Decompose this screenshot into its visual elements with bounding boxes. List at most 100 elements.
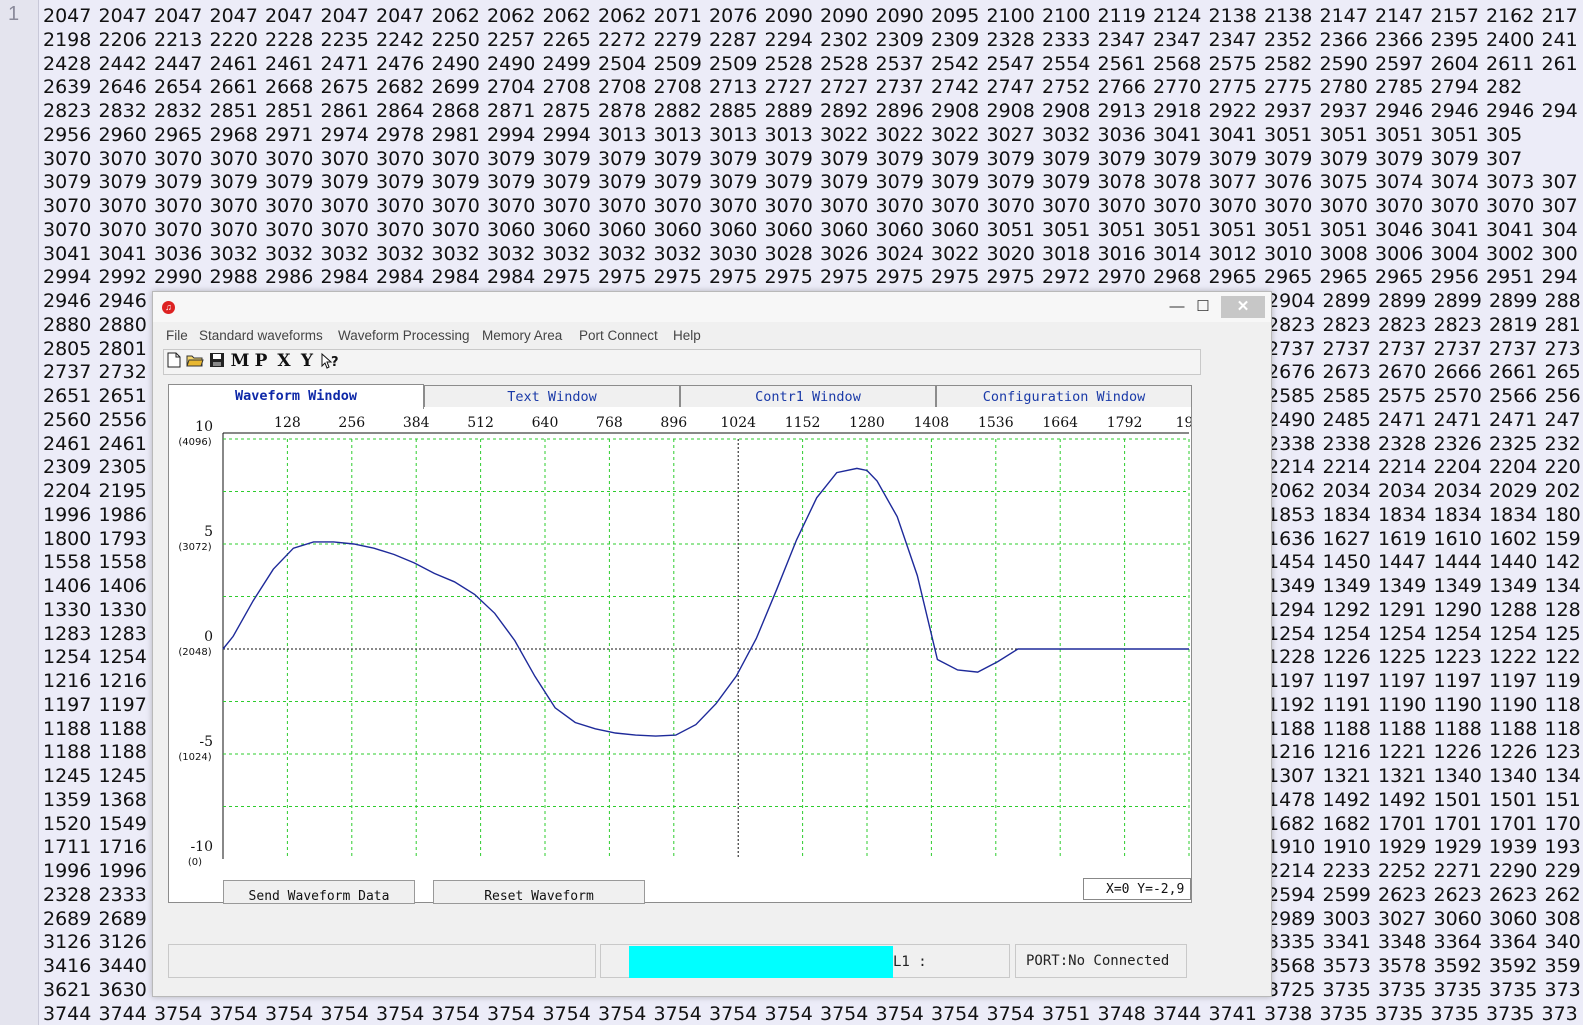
- editor-value: 2727: [820, 76, 869, 99]
- editor-value: 1191: [1322, 693, 1371, 716]
- editor-value: 3070: [209, 147, 258, 170]
- menu-help[interactable]: Help: [673, 328, 701, 343]
- editor-value: 373: [1544, 978, 1581, 1001]
- y-button[interactable]: Y: [298, 352, 316, 371]
- x-tick-label: 1152: [785, 415, 821, 431]
- menu-waveform-processing[interactable]: Waveform Processing: [338, 328, 470, 343]
- tab-configuration-window[interactable]: Configuration Window: [936, 385, 1192, 408]
- editor-value: 3032: [1042, 123, 1091, 146]
- tab-contr1-window[interactable]: Contr1 Window: [680, 385, 936, 408]
- editor-value: 3744: [43, 1002, 92, 1025]
- editor-value: 2566: [1489, 385, 1538, 407]
- editor-value: 3004: [1430, 242, 1479, 265]
- editor-value: 151: [1544, 788, 1581, 811]
- y-tick-label: 10: [195, 419, 213, 435]
- editor-value: 3018: [1042, 242, 1091, 265]
- editor-value: 2794: [1430, 76, 1479, 99]
- editor-value: 2204: [1433, 456, 1482, 479]
- tab-text-window[interactable]: Text Window: [424, 385, 680, 408]
- editor-value: 2661: [1489, 361, 1538, 384]
- editor-value: 1349: [1322, 575, 1371, 597]
- p-button[interactable]: P: [252, 352, 270, 371]
- editor-value: 2509: [653, 52, 702, 75]
- editor-value: 3013: [709, 123, 758, 146]
- menu-memory-area[interactable]: Memory Area: [482, 328, 562, 343]
- editor-value: 2490: [431, 52, 480, 75]
- editor-value: 1939: [1489, 836, 1538, 859]
- editor-value: 1188: [98, 741, 147, 764]
- menu-port-connect[interactable]: Port Connect: [579, 328, 658, 343]
- editor-value: 2737: [1489, 337, 1538, 360]
- editor-value: 262: [1544, 883, 1581, 906]
- editor-value: 1197: [1322, 670, 1371, 692]
- editor-value: 3070: [875, 195, 924, 217]
- editor-value: 3070: [376, 147, 425, 170]
- editor-value: 3079: [542, 171, 591, 194]
- editor-value: 2461: [43, 432, 92, 455]
- editor-value: 3070: [154, 218, 203, 241]
- editor-value: 3032: [653, 242, 702, 265]
- editor-value: 2989: [1267, 907, 1316, 930]
- editor-value: 2585: [1322, 385, 1371, 407]
- editor-value: 3070: [653, 195, 702, 217]
- open-folder-icon[interactable]: [185, 352, 205, 371]
- editor-value: 193: [1544, 836, 1581, 859]
- tab-waveform-window[interactable]: Waveform Window: [168, 384, 424, 409]
- editor-value: 1226: [1433, 741, 1482, 764]
- editor-value: 2666: [1433, 361, 1482, 384]
- editor-value: 3051: [1153, 218, 1202, 241]
- menu-standard-waveforms[interactable]: Standard waveforms: [199, 328, 323, 343]
- m-button[interactable]: M: [230, 352, 250, 371]
- maximize-button[interactable]: ☐: [1191, 296, 1215, 318]
- waveform-chart[interactable]: 128 256 384 512 640 768 896 1024 1152 1280 1408 153…: [169, 407, 1191, 882]
- editor-value: 3032: [265, 242, 314, 265]
- editor-value: 2471: [1433, 408, 1482, 431]
- minimize-button[interactable]: —: [1165, 296, 1189, 318]
- x-button[interactable]: X: [275, 352, 293, 371]
- editor-value: 2447: [154, 52, 203, 75]
- x-tick-label: 384: [403, 415, 430, 431]
- editor-value: 3032: [209, 242, 258, 265]
- context-help-icon[interactable]: ?: [320, 352, 340, 371]
- editor-value: 2896: [875, 100, 924, 122]
- x-tick-label: 896: [660, 415, 687, 431]
- editor-value: 3079: [709, 171, 758, 194]
- editor-value: 2287: [709, 28, 758, 51]
- editor-value: 1188: [1489, 717, 1538, 740]
- editor-value: 2471: [1378, 408, 1427, 431]
- editor-value: 2214: [1267, 860, 1316, 882]
- title-bar[interactable]: ♫ — ☐ ✕: [153, 292, 1271, 322]
- editor-value: 2861: [320, 100, 369, 122]
- editor-value: 359: [1544, 955, 1581, 977]
- editor-value: 2956: [1430, 266, 1479, 289]
- menu-file[interactable]: File: [166, 328, 188, 343]
- editor-value: 1188: [43, 741, 92, 764]
- editor-value: 265: [1544, 361, 1581, 384]
- editor-value: 3079: [986, 147, 1035, 170]
- reset-waveform-button[interactable]: Reset Waveform: [433, 880, 645, 904]
- x-tick-label: 256: [338, 415, 365, 431]
- close-button[interactable]: ✕: [1221, 296, 1265, 318]
- editor-value: 2095: [931, 5, 980, 27]
- editor-value: 3013: [598, 123, 647, 146]
- editor-value: 1216: [1322, 741, 1371, 764]
- editor-value: 3041: [43, 242, 92, 265]
- editor-value: 2333: [98, 883, 147, 906]
- editor-value: 3022: [875, 123, 924, 146]
- save-disk-icon[interactable]: [208, 352, 226, 371]
- send-waveform-data-button[interactable]: Send Waveform Data: [223, 880, 415, 904]
- editor-value: 3126: [43, 931, 92, 954]
- editor-value: 220: [1544, 456, 1581, 479]
- editor-value: 3079: [209, 171, 258, 194]
- editor-value: 2162: [1486, 5, 1535, 27]
- editor-value: 2623: [1433, 883, 1482, 906]
- editor-value: 3070: [1153, 195, 1202, 217]
- editor-value: 1996: [43, 503, 92, 526]
- editor-value: 2257: [487, 28, 536, 51]
- editor-value: 3079: [542, 147, 591, 170]
- editor-value: 2766: [1097, 76, 1146, 99]
- new-file-icon[interactable]: [165, 352, 183, 371]
- editor-value: 3022: [931, 123, 980, 146]
- editor-value: 128: [1544, 598, 1581, 621]
- editor-value: 2737: [1267, 337, 1316, 360]
